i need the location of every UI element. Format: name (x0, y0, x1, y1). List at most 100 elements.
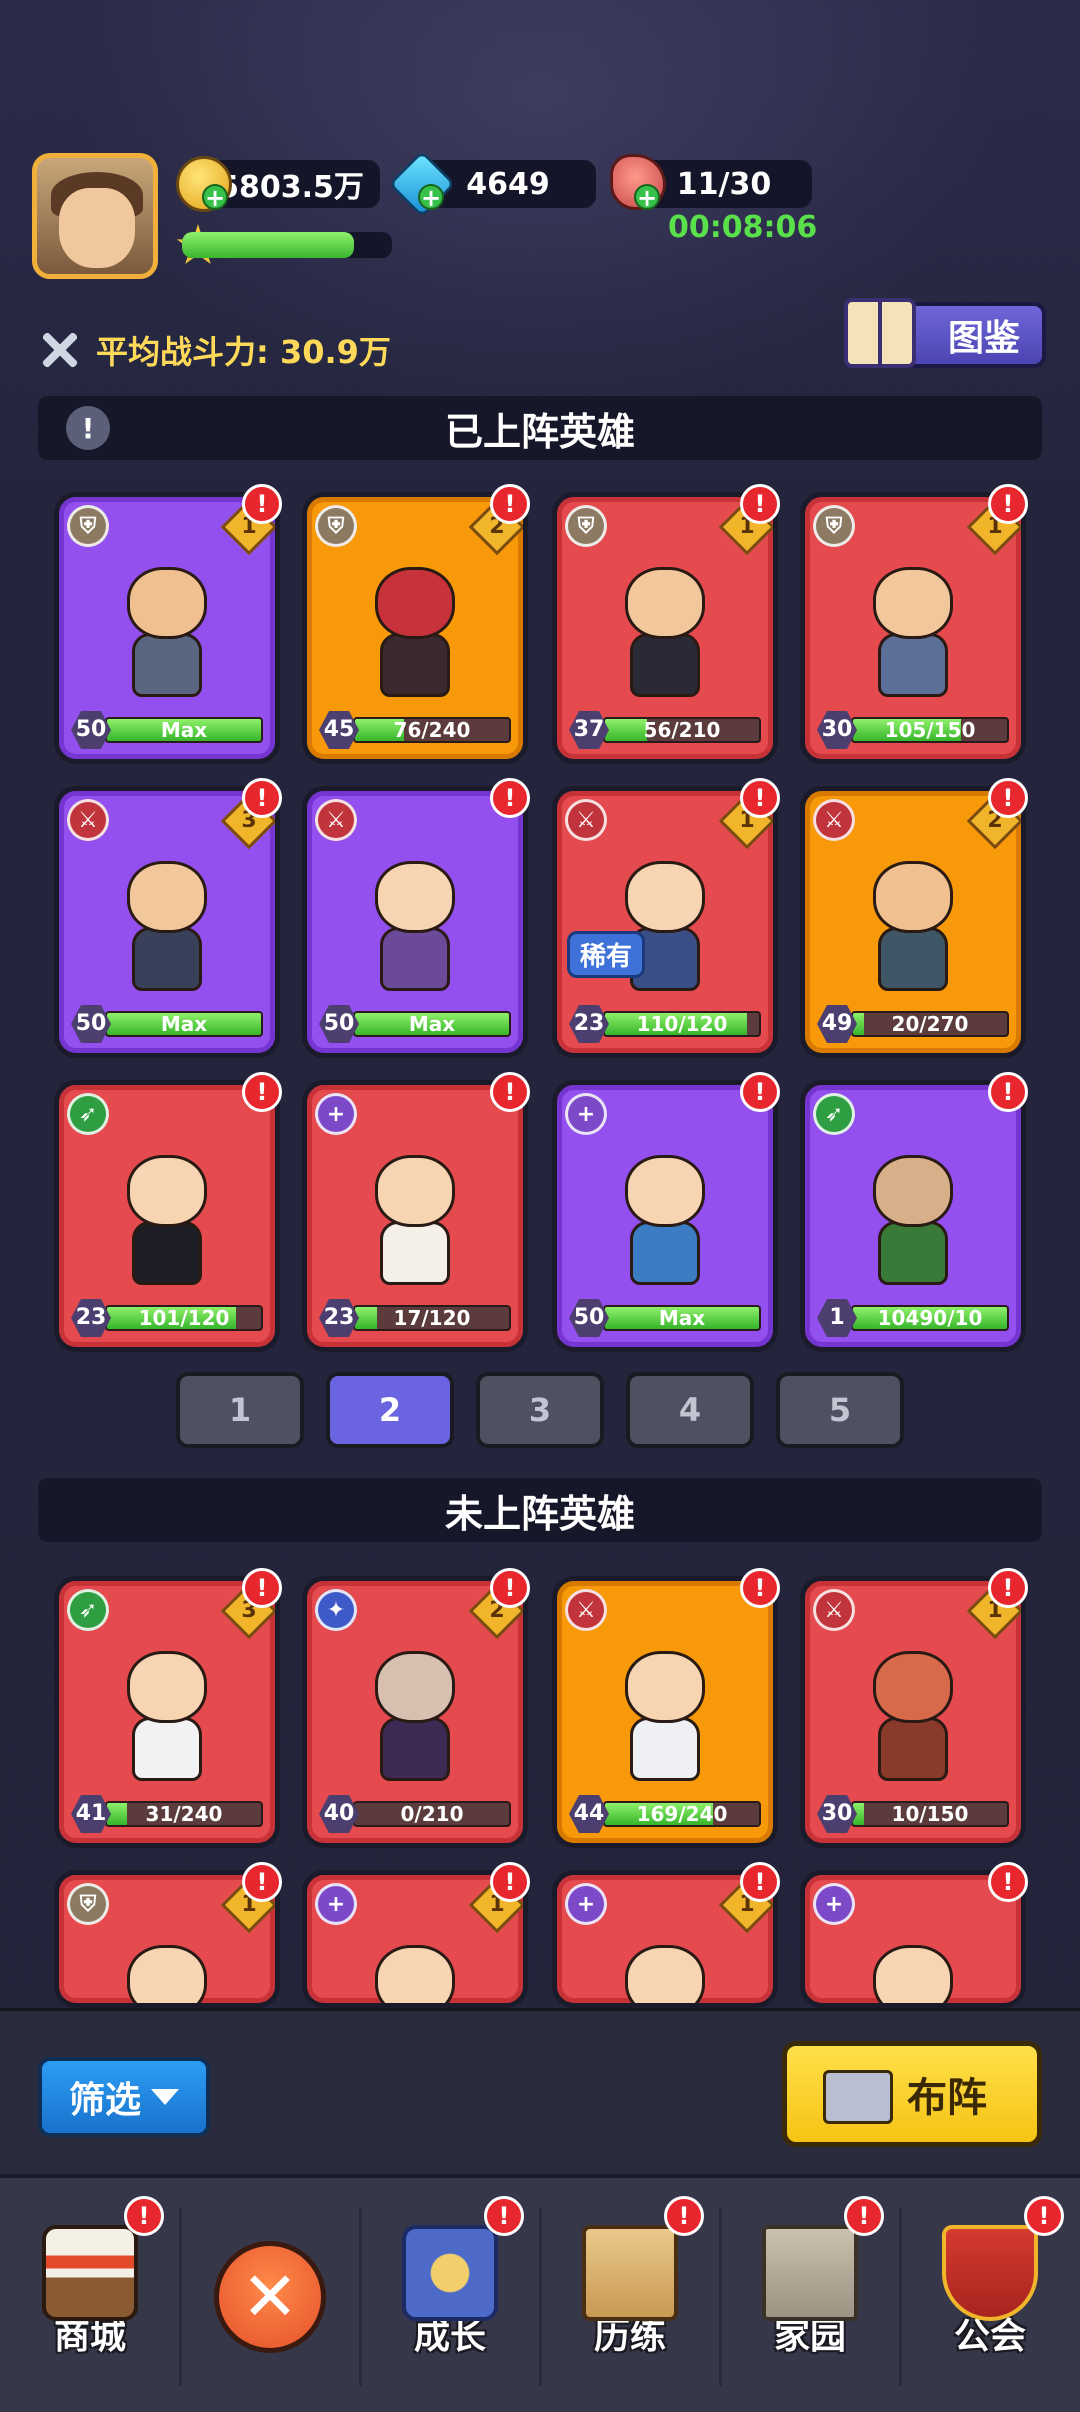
nav-item-close[interactable]: ✕ (180, 2178, 360, 2412)
shard-progress-track: 101/120 (105, 1305, 263, 1331)
hero-level: 50 (71, 711, 111, 749)
hero-level: 23 (569, 1005, 609, 1043)
hero-progress: 56/210 37 (569, 711, 765, 749)
heal-class-icon: + (813, 1883, 855, 1925)
hero-body (380, 927, 450, 991)
shard-progress-text: 56/210 (643, 718, 721, 742)
alert-badge-icon: ! (740, 1862, 780, 1902)
add-stamina-button[interactable]: + (634, 184, 660, 210)
deploy-button[interactable]: 布阵 (782, 2041, 1042, 2147)
hero-card[interactable]: ➶ 3 31/240 41 (54, 1576, 280, 1848)
hero-body (380, 1221, 450, 1285)
add-gem-button[interactable]: + (418, 184, 444, 210)
hero-portrait (858, 1651, 968, 1801)
hero-portrait (858, 1945, 968, 2003)
hero-head (625, 1651, 705, 1723)
alert-badge-icon: ! (988, 778, 1028, 818)
hero-level: 1 (817, 1299, 857, 1337)
hero-progress: 169/240 44 (569, 1795, 765, 1833)
hero-card[interactable]: ➶ 101/120 23 (54, 1080, 280, 1352)
shard-progress-text: 169/240 (636, 1802, 728, 1826)
filter-button[interactable]: 筛选 (38, 2057, 210, 2137)
hero-head (873, 1651, 953, 1723)
hero-card[interactable]: ⚔ 3 Max 50 (54, 786, 280, 1058)
alert-badge-icon: ! (242, 1072, 282, 1112)
hero-head (127, 1945, 207, 2003)
codex-button[interactable]: 图鉴 (844, 298, 1046, 368)
hero-card[interactable]: ⚔ 2 20/270 49 (800, 786, 1026, 1058)
shard-progress-track: 20/270 (851, 1011, 1009, 1037)
hero-card[interactable]: ⛨ 1 105/150 30 (800, 492, 1026, 764)
hero-card[interactable]: ✦ 2 0/210 40 (302, 1576, 528, 1848)
hero-head (375, 567, 455, 639)
hero-portrait (360, 1945, 470, 2003)
hero-portrait (360, 567, 470, 717)
hero-portrait (610, 1651, 720, 1801)
shard-progress-text: 17/120 (393, 1306, 471, 1330)
player-avatar[interactable] (32, 153, 158, 279)
gem-value: 4649 (466, 166, 550, 202)
shard-progress-text: 10490/10 (877, 1306, 983, 1330)
heal-class-icon: + (315, 1093, 357, 1135)
hero-portrait (112, 1651, 222, 1801)
shard-progress-track: 76/240 (353, 717, 511, 743)
page-button-5[interactable]: 5 (776, 1372, 904, 1448)
crossed-swords-icon (36, 326, 84, 374)
hero-body (132, 633, 202, 697)
hero-card[interactable]: ⚔ 1 稀有 110/120 23 (552, 786, 778, 1058)
shard-progress-track: 105/150 (851, 717, 1009, 743)
shard-progress-track: 10/150 (851, 1801, 1009, 1827)
alert-badge-icon: ! (242, 778, 282, 818)
hero-card[interactable]: ⚔ Max 50 (302, 786, 528, 1058)
page-button-4[interactable]: 4 (626, 1372, 754, 1448)
hero-card[interactable]: ➶ 10490/10 1 (800, 1080, 1026, 1352)
page-button-3[interactable]: 3 (476, 1372, 604, 1448)
hero-card[interactable]: ⚔ 169/240 44 (552, 1576, 778, 1848)
hero-card[interactable]: + Max 50 (552, 1080, 778, 1352)
hero-progress: 20/270 49 (817, 1005, 1013, 1043)
page-button-1[interactable]: 1 (176, 1372, 304, 1448)
scroll-icon (582, 2225, 678, 2321)
shard-progress-track: Max (603, 1305, 761, 1331)
alert-badge-icon: ! (490, 778, 530, 818)
hero-card[interactable]: +17/120 23 (302, 1080, 528, 1352)
hero-level: 30 (817, 1795, 857, 1833)
hero-level: 50 (319, 1005, 359, 1043)
formation-icon (823, 2070, 893, 2124)
hero-progress: 10490/10 1 (817, 1299, 1013, 1337)
shard-progress-track: 31/240 (105, 1801, 263, 1827)
deployed-heroes-title: 已上阵英雄 (444, 409, 635, 454)
heal-class-icon: + (315, 1883, 357, 1925)
alert-badge-icon: ! (242, 484, 282, 524)
hero-head (873, 567, 953, 639)
warrior-class-icon: ⚔ (813, 799, 855, 841)
hero-progress: Max 50 (71, 711, 267, 749)
hero-portrait (610, 1945, 720, 2003)
hero-body (132, 1717, 202, 1781)
warrior-class-icon: ⚔ (565, 799, 607, 841)
hero-card[interactable]: ⛨ 2 76/240 45 (302, 492, 528, 764)
hero-progress: 0/210 40 (319, 1795, 515, 1833)
hero-portrait (360, 1651, 470, 1801)
add-gold-button[interactable]: + (202, 184, 228, 210)
shard-progress-track: 110/120 (603, 1011, 761, 1037)
close-icon[interactable]: ✕ (214, 2241, 326, 2353)
castle-icon (762, 2225, 858, 2321)
hero-card[interactable]: ⛨ 1 Max 50 (54, 492, 280, 764)
shard-progress-text: 31/240 (145, 1802, 223, 1826)
page-button-2[interactable]: 2 (326, 1372, 454, 1448)
info-icon[interactable]: ! (66, 406, 110, 450)
shard-progress-text: 0/210 (400, 1802, 464, 1826)
shard-progress-track: 56/210 (603, 717, 761, 743)
action-bar: 筛选 布阵 (0, 2008, 1080, 2174)
hero-level: 44 (569, 1795, 609, 1833)
hero-head (375, 861, 455, 933)
hero-card[interactable]: ⚔ 1 10/150 30 (800, 1576, 1026, 1848)
tank-class-icon: ⛨ (813, 505, 855, 547)
shard-progress-track: 0/210 (353, 1801, 511, 1827)
hero-portrait (360, 861, 470, 1011)
hero-card[interactable]: ⛨ 1 56/210 37 (552, 492, 778, 764)
alert-badge-icon: ! (740, 1072, 780, 1112)
hero-head (375, 1945, 455, 2003)
hero-portrait (610, 1155, 720, 1305)
